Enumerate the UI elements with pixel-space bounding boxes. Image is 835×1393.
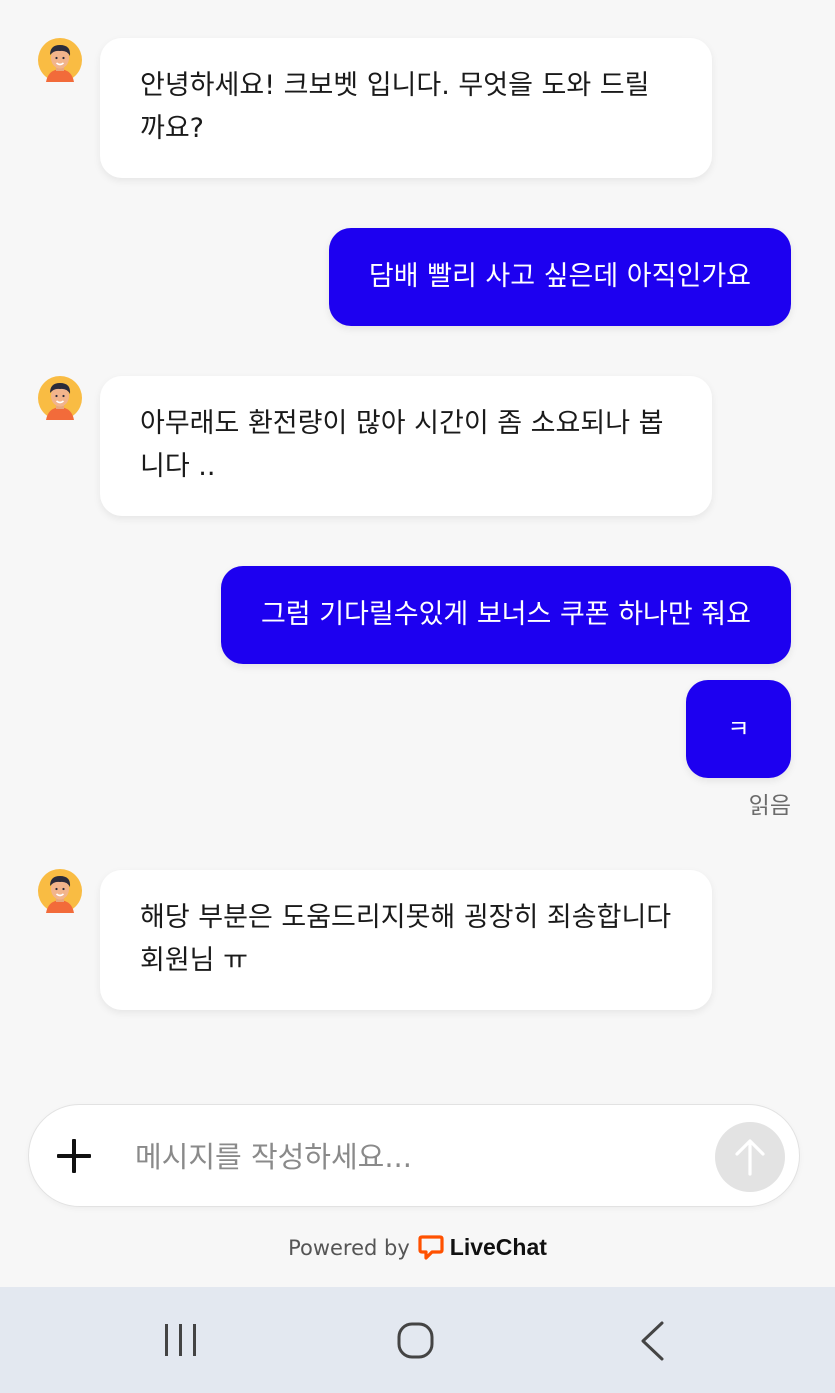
agent-message: 아무래도 환전량이 많아 시간이 좀 소요되나 봅니다 ..: [100, 376, 712, 516]
agent-avatar-icon: [38, 376, 82, 420]
chat-screen: 안녕하세요! 크보벳 입니다. 무엇을 도와 드릴까요? 담배 빨리 사고 싶은…: [0, 0, 835, 1393]
message-composer: [28, 1104, 800, 1207]
livechat-logo-icon: [418, 1234, 444, 1260]
user-message: 담배 빨리 사고 싶은데 아직인가요: [328, 228, 791, 326]
powered-by-footer[interactable]: Powered by LiveChat: [0, 1230, 835, 1264]
livechat-brand: LiveChat: [449, 1234, 547, 1260]
powered-by-label: Powered by: [288, 1236, 410, 1260]
user-message: 그럼 기다릴수있게 보너스 쿠폰 하나만 줘요: [220, 566, 791, 664]
send-button[interactable]: [715, 1122, 785, 1192]
read-receipt: 읽음: [748, 793, 791, 819]
recent-apps-icon[interactable]: [151, 1315, 211, 1365]
agent-avatar-icon: [38, 869, 82, 913]
agent-avatar-icon: [38, 38, 82, 82]
home-icon[interactable]: [386, 1315, 446, 1365]
user-message: ㅋ: [686, 680, 791, 778]
attach-plus-icon[interactable]: [55, 1137, 93, 1175]
message-input[interactable]: [133, 1125, 697, 1189]
arrow-up-icon: [735, 1139, 765, 1176]
agent-message: 해당 부분은 도움드리지못해 굉장히 죄송합니다 회원님 ㅠ: [100, 870, 712, 1010]
agent-message: 안녕하세요! 크보벳 입니다. 무엇을 도와 드릴까요?: [100, 38, 712, 178]
back-icon[interactable]: [622, 1315, 682, 1365]
system-navigation-bar: [0, 1287, 835, 1393]
